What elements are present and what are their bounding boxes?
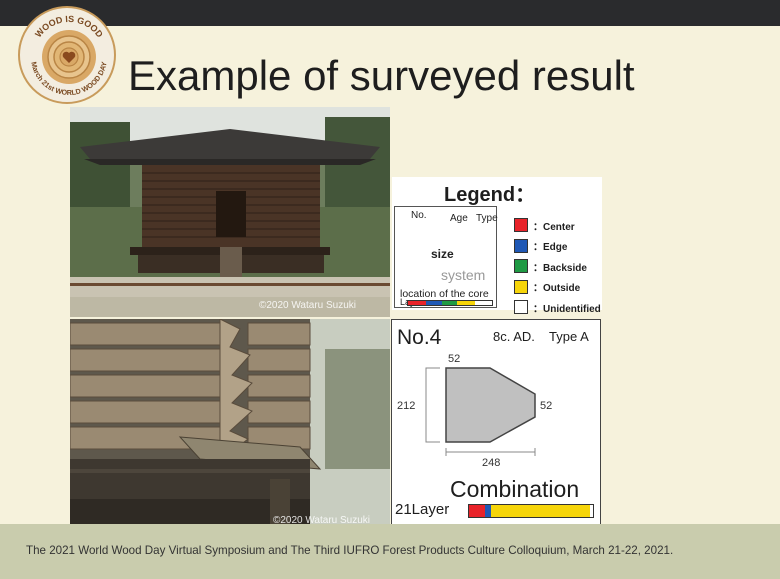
color-swatch bbox=[514, 218, 528, 233]
bar-segment-unidentified bbox=[475, 301, 492, 305]
color-swatch bbox=[514, 279, 528, 294]
bar-segment-backside bbox=[441, 301, 457, 305]
log-cross-section bbox=[445, 367, 536, 443]
legend-item-edge: ：Edge bbox=[514, 236, 601, 257]
bar-segment-unidentified bbox=[590, 505, 593, 517]
dim-right-label: 52 bbox=[540, 400, 552, 412]
bar-segment-center bbox=[469, 505, 486, 517]
legend-no-label: No. bbox=[411, 210, 427, 221]
sample-layers: 21Layer bbox=[395, 501, 450, 518]
bar-segment-center bbox=[408, 301, 427, 305]
legend-item-outside: ：Outside bbox=[514, 277, 601, 298]
dim-left-label: 212 bbox=[397, 400, 415, 412]
legend-item-backside: ：Backside bbox=[514, 256, 601, 277]
sample-system: Combination bbox=[450, 476, 580, 502]
legend-system-label: system bbox=[441, 267, 486, 283]
legend-sample-box: No. Age Type size system location of the… bbox=[394, 206, 498, 308]
slide-footer: The 2021 World Wood Day Virtual Symposiu… bbox=[0, 524, 780, 579]
color-swatch bbox=[514, 238, 528, 253]
legend-item-label: ：Center bbox=[533, 221, 575, 233]
color-swatch bbox=[514, 300, 528, 315]
bar-segment-outside bbox=[491, 505, 591, 517]
legend-list: ：Center ：Edge ：Backside ：Outside ：Uniden… bbox=[514, 215, 601, 318]
legend-type-label: Type bbox=[476, 213, 498, 224]
color-swatch bbox=[514, 259, 528, 274]
bar-segment-outside bbox=[456, 301, 476, 305]
footer-text: The 2021 World Wood Day Virtual Symposiu… bbox=[26, 544, 674, 557]
dim-bottom-label: 248 bbox=[482, 457, 500, 469]
photo-credit: ©2020 Wataru Suzuki bbox=[258, 300, 356, 311]
legend-item-label: ：Backside bbox=[533, 262, 587, 274]
sample-layer-bar bbox=[468, 504, 594, 518]
legend-panel: Legend： No. Age Type size system locatio… bbox=[392, 177, 602, 315]
bar-segment-edge bbox=[426, 301, 442, 305]
sample-result-panel: No.4 8c. AD. Type A 52 212 52 248 Combin… bbox=[391, 319, 601, 529]
legend-item-label: ：Unidentified bbox=[533, 303, 601, 315]
legend-age-label: Age bbox=[450, 213, 468, 224]
legend-layer-bar bbox=[407, 300, 493, 306]
legend-item-center: ：Center bbox=[514, 215, 601, 236]
legend-item-unidentified: ：Unidentified bbox=[514, 297, 601, 318]
log-corner-photo: ©2020 Wataru Suzuki bbox=[70, 319, 390, 530]
dim-top-label: 52 bbox=[448, 353, 460, 365]
legend-size-label: size bbox=[431, 247, 454, 261]
legend-title: Legend： bbox=[444, 184, 536, 206]
legend-item-label: ：Edge bbox=[533, 242, 568, 254]
slide-title: Example of surveyed result bbox=[128, 52, 635, 99]
legend-item-label: ：Outside bbox=[533, 283, 581, 295]
storehouse-photo: ©2020 Wataru Suzuki bbox=[70, 107, 390, 317]
world-wood-day-logo: WOOD IS GOOD March 21st WORLD WOOD DAY bbox=[18, 6, 116, 104]
